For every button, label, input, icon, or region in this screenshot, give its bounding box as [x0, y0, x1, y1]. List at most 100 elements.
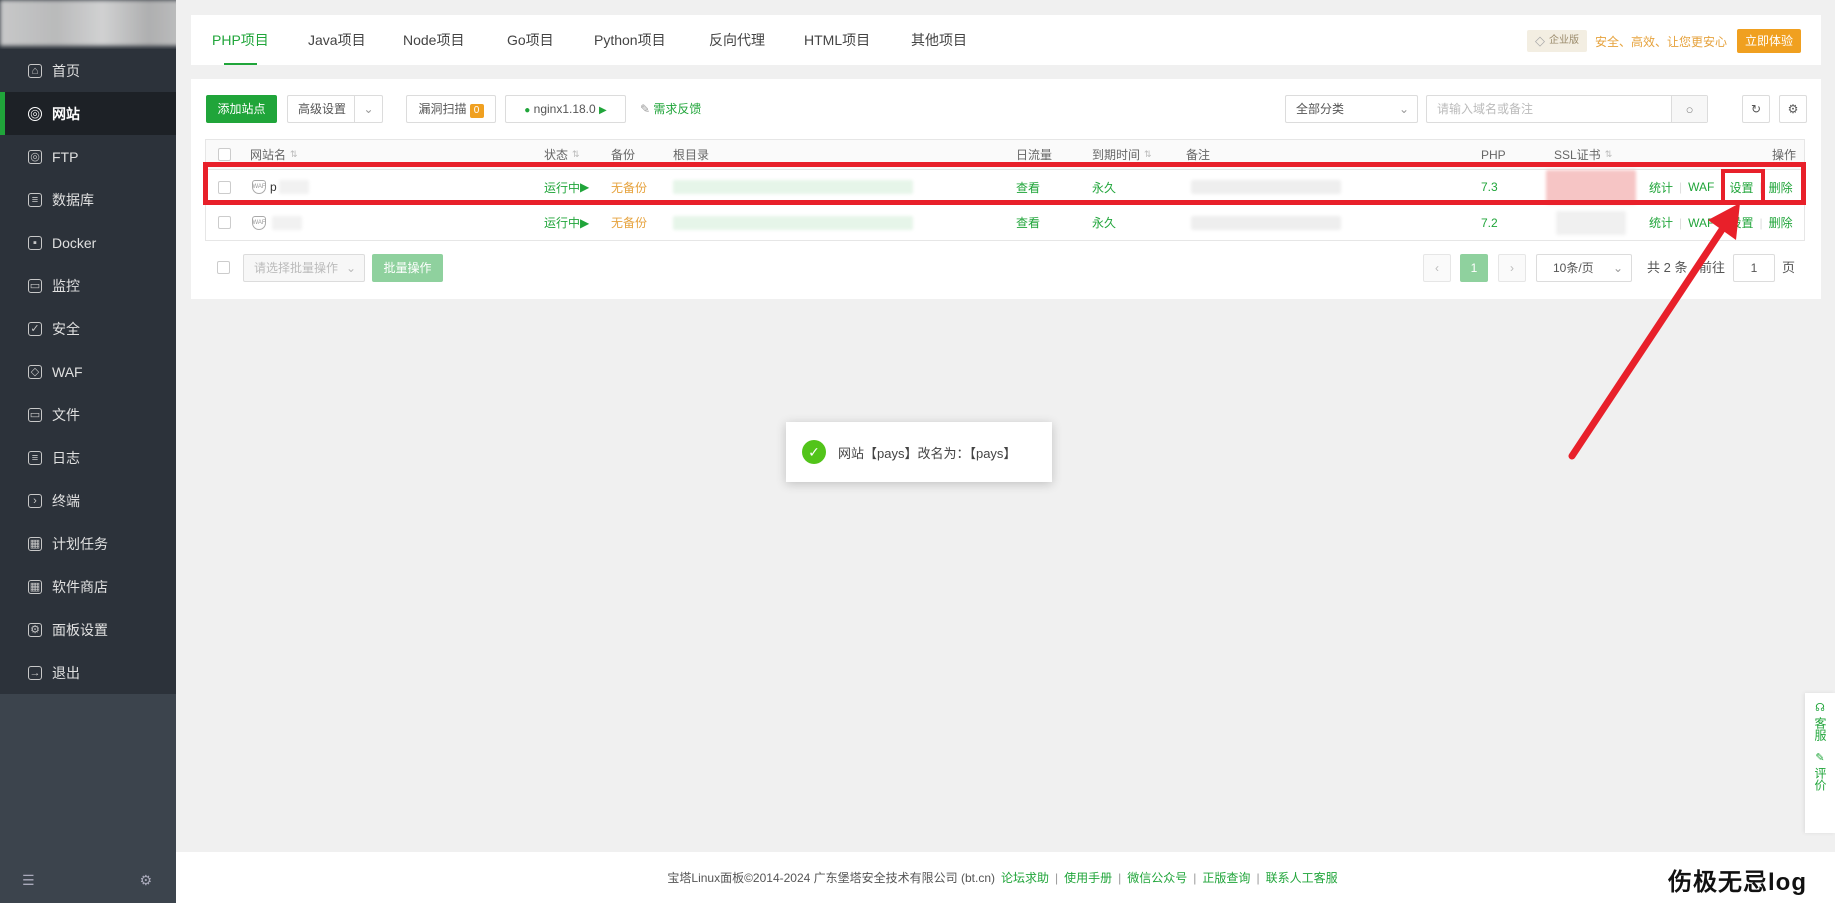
backup-status[interactable]: 无备份	[611, 205, 647, 240]
footer-link-manual[interactable]: 使用手册	[1064, 869, 1112, 886]
page-size-select[interactable]: 10条/页 ⌄	[1536, 254, 1632, 282]
page-1-button[interactable]: 1	[1460, 254, 1488, 282]
note-blur[interactable]	[1191, 215, 1341, 230]
tab-reverse-proxy[interactable]: 反向代理	[709, 15, 765, 65]
footer-link-verify[interactable]: 正版查询	[1202, 869, 1250, 886]
terminal-icon: ›	[28, 493, 42, 508]
log-icon: ≡	[28, 450, 42, 465]
expire-value[interactable]: 永久	[1092, 205, 1116, 240]
monitor-icon: ▭	[28, 278, 42, 293]
sidebar-item-monitor[interactable]: ▭ 监控	[0, 264, 176, 307]
total-count: 共 2 条	[1647, 260, 1688, 275]
sidebar-item-cron[interactable]: ▦ 计划任务	[0, 522, 176, 565]
database-icon: ≡	[28, 192, 42, 207]
sidebar-item-home[interactable]: ⌂ 首页	[0, 49, 176, 92]
settings-small-icon[interactable]: ⚙	[139, 872, 152, 889]
ssl-blur[interactable]	[1556, 210, 1626, 235]
select-all-checkbox[interactable]	[218, 148, 231, 161]
nginx-version-button[interactable]: ● nginx1.18.0 ▶	[505, 95, 626, 123]
review-button[interactable]: ✎ 评价	[1813, 751, 1827, 791]
sidebar-item-logs[interactable]: ≡ 日志	[0, 436, 176, 479]
diamond-icon: ◇	[1534, 33, 1545, 48]
home-icon: ⌂	[28, 63, 42, 78]
table-row: WAF 运行中 ▶ 无备份 查看 永久 7.2 统计 | WAF | 设置 | 删除	[206, 205, 1804, 240]
sidebar-item-waf[interactable]: ◇ WAF	[0, 350, 176, 393]
customer-service-button[interactable]: ☊ 客服	[1813, 701, 1827, 741]
status-running[interactable]: 运行中 ▶	[544, 205, 589, 240]
tab-other[interactable]: 其他项目	[911, 15, 967, 65]
collapse-menu-icon[interactable]: ☰	[22, 872, 35, 889]
chevron-down-icon: ⌄	[1612, 261, 1623, 275]
edit-icon: ✎	[640, 102, 651, 116]
batch-action-button[interactable]: 批量操作	[372, 254, 443, 282]
settings-link[interactable]: 设置	[1729, 214, 1753, 231]
footer: 宝塔Linux面板©2014-2024 广东堡塔安全技术有限公司 (bt.cn)…	[176, 852, 1835, 903]
success-toast: ✓ 网站【pays】改名为：【pays】	[786, 422, 1052, 482]
gear-icon: ⚙	[1787, 102, 1799, 116]
sidebar-item-ftp[interactable]: ◎ FTP	[0, 135, 176, 178]
root-path-blur[interactable]	[673, 215, 913, 230]
feedback-link[interactable]: ✎ 需求反馈	[640, 95, 701, 123]
check-circle-icon: ✓	[802, 440, 826, 464]
category-select[interactable]: 全部分类 ⌄	[1285, 95, 1418, 123]
footer-link-support[interactable]: 联系人工客服	[1266, 869, 1338, 886]
sidebar-item-terminal[interactable]: › 终端	[0, 479, 176, 522]
search-box: ○	[1426, 95, 1708, 123]
highlight-row-box	[203, 162, 1806, 205]
search-icon[interactable]: ○	[1671, 96, 1707, 122]
enterprise-badge: ◇ 企业版	[1526, 30, 1587, 52]
enterprise-slogan: 安全、高效、让您更安心	[1594, 34, 1727, 49]
sidebar-item-store[interactable]: ▦ 软件商店	[0, 565, 176, 608]
bottom-select-all-checkbox[interactable]	[217, 261, 230, 274]
tab-java[interactable]: Java项目	[308, 15, 366, 65]
logo	[0, 0, 176, 52]
footer-link-forum[interactable]: 论坛求助	[1001, 869, 1049, 886]
goto-page-input[interactable]: 1	[1733, 254, 1775, 282]
row-checkbox[interactable]	[218, 216, 231, 229]
tab-node[interactable]: Node项目	[403, 15, 464, 65]
prev-page-button[interactable]: ‹	[1423, 254, 1451, 282]
toast-message: 网站【pays】改名为：【pays】	[838, 445, 1017, 461]
sort-icon: ⇅	[1604, 149, 1613, 159]
advanced-settings-dropdown[interactable]: 高级设置 ⌄	[287, 95, 383, 123]
play-icon: ▶	[580, 215, 590, 230]
tab-php[interactable]: PHP项目	[212, 15, 269, 65]
refresh-button[interactable]: ↻	[1742, 95, 1770, 123]
logout-icon: →	[28, 665, 42, 680]
batch-select[interactable]: 请选择批量操作 ⌄	[243, 254, 365, 282]
sidebar-bottom: ☰ ⚙	[0, 857, 176, 903]
tab-html[interactable]: HTML项目	[804, 15, 870, 65]
try-now-button[interactable]: 立即体验	[1736, 29, 1801, 53]
sidebar-item-database[interactable]: ≡ 数据库	[0, 178, 176, 221]
play-icon: ▶	[599, 105, 607, 116]
add-site-button[interactable]: 添加站点	[206, 95, 277, 123]
delete-link[interactable]: 删除	[1769, 214, 1793, 231]
watermark: 伤极无忌log	[1668, 869, 1807, 896]
sidebar-item-files[interactable]: ▭ 文件	[0, 393, 176, 436]
site-name-blur	[272, 215, 302, 230]
next-page-button[interactable]: ›	[1498, 254, 1526, 282]
globe-icon: ◎	[28, 106, 42, 121]
tab-go[interactable]: Go项目	[507, 15, 554, 65]
page-unit: 页	[1782, 260, 1796, 275]
php-version[interactable]: 7.2	[1481, 205, 1498, 240]
sidebar-item-website[interactable]: ◎ 网站	[0, 92, 176, 135]
vuln-scan-button[interactable]: 漏洞扫描 0	[406, 95, 496, 123]
sidebar-item-settings[interactable]: ⚙ 面板设置	[0, 608, 176, 651]
stats-link[interactable]: 统计	[1649, 214, 1673, 231]
sidebar-item-security[interactable]: ✓ 安全	[0, 307, 176, 350]
footer-link-wechat[interactable]: 微信公众号	[1127, 869, 1187, 886]
column-settings-button[interactable]: ⚙	[1779, 95, 1807, 123]
enterprise-promo: ◇ 企业版 安全、高效、让您更安心 立即体验	[1526, 29, 1801, 53]
search-input[interactable]	[1427, 96, 1667, 122]
sidebar-item-docker[interactable]: ▪ Docker	[0, 221, 176, 264]
waf-link[interactable]: WAF	[1688, 216, 1714, 230]
waf-icon: ◇	[28, 364, 42, 379]
right-float-bar: ☊ 客服 ✎ 评价	[1805, 693, 1835, 833]
folder-icon: ▭	[28, 407, 42, 422]
sidebar-item-logout[interactable]: → 退出	[0, 651, 176, 694]
traffic-link[interactable]: 查看	[1016, 205, 1040, 240]
shield-icon: ✓	[28, 321, 42, 336]
docker-icon: ▪	[28, 235, 42, 250]
tab-python[interactable]: Python项目	[594, 15, 666, 65]
